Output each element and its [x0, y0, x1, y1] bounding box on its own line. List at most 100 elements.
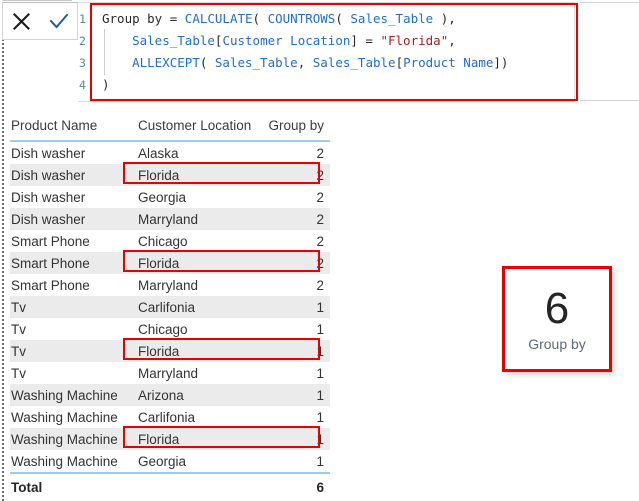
token-op: ), [433, 11, 456, 26]
table-row[interactable]: Washing Machine Florida 1 [10, 428, 330, 450]
cell-product-name: Tv [10, 318, 137, 340]
table-row[interactable]: Dish washer Georgia 2 [10, 186, 330, 208]
token-fn: Sales_Table [132, 33, 215, 48]
table-footer: Total 6 [10, 472, 330, 500]
cell-customer-location: Carlifonia [137, 406, 258, 428]
cell-product-name: Smart Phone [10, 252, 137, 274]
table-row[interactable]: Tv Florida 1 [10, 340, 330, 362]
data-table: Product Name Customer Location Group by … [10, 112, 330, 500]
table-row[interactable]: Washing Machine Georgia 1 [10, 450, 330, 473]
commit-button[interactable] [44, 6, 74, 36]
cell-customer-location: Marryland [137, 362, 258, 384]
table-body: Dish washer Alaska 2 Dish washer Florida 2 Dis… [10, 141, 330, 473]
cell-product-name: Dish washer [10, 141, 137, 164]
cell-product-name: Dish washer [10, 186, 137, 208]
table-row[interactable]: Washing Machine Arizona 1 [10, 384, 330, 406]
table-row[interactable]: Smart Phone Chicago 2 [10, 230, 330, 252]
token-op: [ [395, 55, 404, 70]
cell-product-name: Washing Machine [10, 384, 137, 406]
header-row: Product Name Customer Location Group by [10, 112, 330, 142]
table-visual[interactable]: Product Name Customer Location Group by … [10, 112, 330, 500]
indent-guide [104, 29, 105, 75]
total-spacer [137, 472, 258, 500]
token-op [102, 55, 132, 70]
total-value: 6 [258, 472, 330, 500]
cell-group-by-value: 2 [258, 230, 330, 252]
cell-customer-location: Chicago [137, 318, 258, 340]
cell-customer-location: Marryland [137, 274, 258, 296]
table-row[interactable]: Dish washer Marryland 2 [10, 208, 330, 230]
cell-group-by-value: 2 [258, 274, 330, 296]
line-number: 4 [79, 78, 86, 92]
card-visual[interactable]: 6 Group by [502, 266, 612, 372]
cell-customer-location: Florida [137, 164, 258, 186]
cell-product-name: Dish washer [10, 208, 137, 230]
table-row[interactable]: Tv Carlifonia 1 [10, 296, 330, 318]
cell-group-by-value: 1 [258, 362, 330, 384]
cell-customer-location: Chicago [137, 230, 258, 252]
formula-bar-top-rule [2, 0, 72, 1]
cell-product-name: Washing Machine [10, 450, 137, 473]
token-fn: Sales_Table [312, 55, 396, 70]
line-number: 1 [79, 12, 86, 26]
table-row[interactable]: Smart Phone Marryland 2 [10, 274, 330, 296]
dax-code-area[interactable]: Group by = CALCULATE( COUNTROWS( Sales_T… [92, 3, 574, 101]
table-row[interactable]: Tv Chicago 1 [10, 318, 330, 340]
token-fn: Sales_Table [350, 11, 434, 26]
cell-customer-location: Carlifonia [137, 296, 258, 318]
table-row[interactable]: Washing Machine Carlifonia 1 [10, 406, 330, 428]
dax-formula-editor[interactable]: 1234 Group by = CALCULATE( COUNTROWS( Sa… [78, 2, 575, 102]
cell-group-by-value: 1 [258, 384, 330, 406]
column-header-group-by[interactable]: Group by [258, 112, 330, 142]
token-fn: Product Name [403, 55, 494, 70]
right-pane-bottom-rule [580, 100, 639, 101]
cancel-button[interactable] [7, 6, 37, 36]
code-line-3: ALLEXCEPT( Sales_Table, Sales_Table[Prod… [102, 52, 574, 74]
cell-product-name: Smart Phone [10, 230, 137, 252]
cell-group-by-value: 2 [258, 186, 330, 208]
code-line-1: Group by = CALCULATE( COUNTROWS( Sales_T… [102, 8, 574, 30]
cell-group-by-value: 1 [258, 296, 330, 318]
token-op: , [448, 33, 456, 48]
token-op [102, 33, 132, 48]
token-op: ( [335, 11, 351, 26]
cell-customer-location: Marryland [137, 208, 258, 230]
token-op: ]) [493, 55, 509, 70]
cell-customer-location: Florida [137, 340, 258, 362]
code-line-2: Sales_Table[Customer Location] = "Florid… [102, 30, 574, 52]
cell-group-by-value: 1 [258, 340, 330, 362]
cell-group-by-value: 2 [258, 252, 330, 274]
token-op: ( [199, 55, 215, 70]
table-row[interactable]: Smart Phone Florida 2 [10, 252, 330, 274]
table-header: Product Name Customer Location Group by [10, 112, 330, 142]
cell-product-name: Washing Machine [10, 428, 137, 450]
token-op: ( [252, 11, 268, 26]
cell-group-by-value: 1 [258, 428, 330, 450]
cell-group-by-value: 1 [258, 318, 330, 340]
cell-customer-location: Florida [137, 428, 258, 450]
token-fn: ALLEXCEPT [132, 55, 200, 70]
cell-group-by-value: 1 [258, 450, 330, 473]
table-row[interactable]: Dish washer Florida 2 [10, 164, 330, 186]
token-fn: COUNTROWS [267, 11, 336, 26]
table-row[interactable]: Tv Marryland 1 [10, 362, 330, 384]
cell-customer-location: Georgia [137, 186, 258, 208]
cell-group-by-value: 2 [258, 164, 330, 186]
token-fn: CALCULATE [184, 11, 253, 26]
right-pane-top-rule [580, 2, 639, 3]
table-row[interactable]: Dish washer Alaska 2 [10, 141, 330, 164]
formula-bar-region: 1234 Group by = CALCULATE( COUNTROWS( Sa… [0, 0, 639, 107]
cell-customer-location: Florida [137, 252, 258, 274]
cell-group-by-value: 2 [258, 208, 330, 230]
token-op: ] = [350, 33, 381, 48]
column-header-customer-location[interactable]: Customer Location [137, 112, 258, 142]
token-fn: Sales_Table [214, 55, 298, 70]
token-fn: Customer Location [222, 33, 351, 48]
line-number-gutter: 1 2 3 4 [78, 3, 92, 101]
line-number: 3 [79, 56, 86, 70]
cell-product-name: Dish washer [10, 164, 137, 186]
cell-product-name: Washing Machine [10, 406, 137, 428]
cell-customer-location: Alaska [137, 141, 258, 164]
column-header-product-name[interactable]: Product Name [10, 112, 137, 142]
total-label: Total [10, 472, 137, 500]
